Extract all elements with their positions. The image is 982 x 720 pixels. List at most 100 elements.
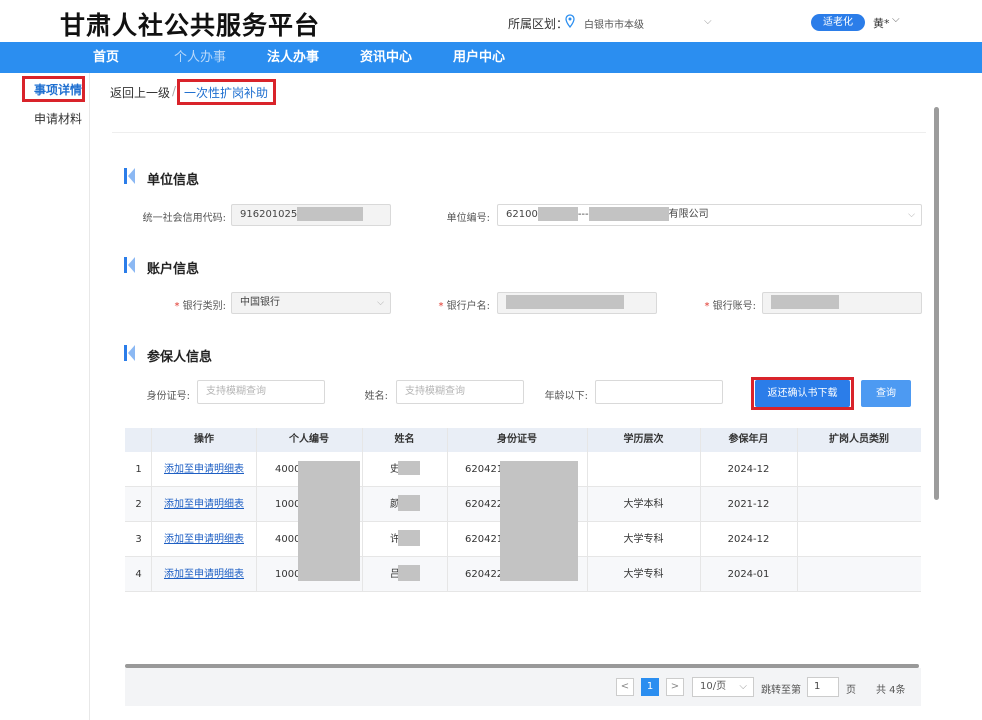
redaction-mask — [500, 461, 578, 581]
nav-personal[interactable]: 个人办事 — [174, 42, 226, 73]
region-label: 所属区划： — [508, 17, 569, 31]
add-to-detail-link[interactable]: 添加至申请明细表 — [152, 487, 256, 522]
redaction-mask — [398, 495, 420, 511]
table-header: 操作 个人编号 姓名 身份证号 学历层次 参保年月 扩岗人员类别 — [125, 428, 921, 452]
section-marker-icon — [124, 168, 135, 184]
credit-code-value: 916201025 — [240, 209, 298, 220]
total-count: 共 4条 — [876, 685, 906, 696]
section-marker-icon — [124, 257, 135, 273]
col-header-id-no: 身份证号 — [497, 434, 537, 445]
highlight-box — [22, 76, 85, 102]
redaction-mask — [398, 565, 420, 581]
page-unit-label: 页 — [846, 685, 856, 696]
credit-code-field: 916201025 — [231, 204, 391, 226]
add-to-detail-link[interactable]: 添加至申请明细表 — [152, 522, 256, 557]
row-index: 4 — [135, 569, 142, 580]
account-info-title: 账户信息 — [147, 262, 200, 277]
page-size-select[interactable]: 10/页 ⌵ — [692, 677, 754, 697]
pagination-bar: < 1 > 10/页 ⌵ 跳转至第 1 页 共 4条 — [125, 668, 921, 706]
row-index: 1 — [135, 464, 142, 475]
page-number-button[interactable]: 1 — [641, 678, 659, 696]
unit-info-title: 单位信息 — [147, 173, 200, 188]
chevron-down-icon[interactable]: ⌵ — [704, 16, 712, 27]
column-divider — [362, 428, 363, 591]
main-nav: 首页 个人办事 法人办事 资讯中心 用户中心 — [0, 42, 982, 73]
education-cell — [587, 452, 700, 487]
unit-no-suffix: 有限公司 — [668, 209, 709, 220]
sidebar-item-materials[interactable]: 申请材料 — [34, 110, 82, 127]
add-to-detail-link[interactable]: 添加至申请明细表 — [152, 557, 256, 592]
highlight-box — [177, 79, 276, 105]
column-divider — [587, 428, 588, 591]
chevron-down-icon[interactable]: ⌵ — [892, 14, 900, 25]
vertical-scrollbar[interactable] — [934, 107, 939, 500]
add-to-detail-link[interactable]: 添加至申请明细表 — [152, 452, 256, 487]
redaction-mask — [771, 295, 839, 309]
next-page-button[interactable]: > — [666, 678, 684, 696]
row-index: 2 — [135, 499, 142, 510]
unit-no-mid: --- — [577, 209, 589, 220]
category-cell — [797, 522, 921, 557]
column-divider — [256, 428, 257, 591]
column-divider — [447, 428, 448, 591]
region-select[interactable]: 白银市市本级 — [584, 16, 644, 31]
nav-home[interactable]: 首页 — [93, 42, 119, 73]
page-size-value: 10/页 — [700, 681, 727, 692]
id-search-label: 身份证号: — [146, 391, 190, 402]
nav-corporate[interactable]: 法人办事 — [267, 42, 319, 73]
highlight-box — [751, 377, 854, 410]
chevron-down-icon: ⌵ — [377, 298, 384, 308]
column-divider — [797, 428, 798, 591]
bank-type-label: * 银行类别: — [174, 301, 226, 312]
id-search-placeholder: 支持模糊查询 — [206, 386, 266, 397]
nav-user-center[interactable]: 用户中心 — [453, 42, 505, 73]
unit-no-select[interactable]: 62100 --- 有限公司 ⌵ — [497, 204, 922, 226]
bank-type-value: 中国银行 — [240, 297, 280, 308]
category-cell — [797, 452, 921, 487]
query-button[interactable]: 查询 — [861, 380, 911, 407]
id-search-input[interactable]: 支持模糊查询 — [197, 380, 325, 404]
chevron-down-icon: ⌵ — [739, 681, 747, 692]
redaction-mask — [297, 207, 364, 221]
column-divider — [700, 428, 701, 591]
insured-month-cell: 2021-12 — [727, 499, 770, 510]
col-header-person-no: 个人编号 — [289, 434, 329, 445]
insured-month-cell: 2024-01 — [727, 569, 770, 580]
age-filter-input[interactable] — [595, 380, 723, 404]
user-name[interactable]: 黄* — [873, 15, 890, 31]
breadcrumb-back-link[interactable]: 返回上一级 — [110, 84, 170, 101]
account-name-label: * 银行户名: — [438, 301, 490, 312]
education-cell: 大学本科 — [623, 499, 664, 510]
insured-month-cell: 2024-12 — [727, 534, 770, 545]
site-title: 甘肃人社公共服务平台 — [60, 11, 321, 40]
col-header-category: 扩岗人员类别 — [829, 434, 889, 445]
top-header: 甘肃人社公共服务平台 所属区划： 白银市市本级 ⌵ 适老化 黄* ⌵ — [0, 0, 982, 42]
nav-news[interactable]: 资讯中心 — [360, 42, 412, 73]
redaction-mask — [537, 207, 578, 221]
redaction-mask — [506, 295, 624, 309]
jump-page-input[interactable]: 1 — [807, 677, 839, 697]
name-search-input[interactable]: 支持模糊查询 — [396, 380, 524, 404]
jump-label: 跳转至第 — [761, 685, 801, 696]
breadcrumb-separator: / — [172, 84, 177, 98]
location-pin-icon — [565, 14, 575, 28]
section-marker-icon — [124, 345, 135, 361]
col-header-insured-month: 参保年月 — [728, 434, 769, 445]
insured-info-title: 参保人信息 — [147, 350, 213, 365]
account-no-label: * 银行账号: — [704, 301, 756, 312]
account-name-field — [497, 292, 657, 314]
account-no-field — [762, 292, 922, 314]
bank-type-select[interactable]: 中国银行 ⌵ — [231, 292, 391, 314]
category-cell — [797, 557, 921, 592]
col-header-name: 姓名 — [394, 434, 415, 445]
name-search-placeholder: 支持模糊查询 — [405, 386, 465, 397]
redaction-mask — [298, 461, 360, 581]
col-header-education: 学历层次 — [623, 434, 664, 445]
name-search-label: 姓名: — [364, 391, 388, 402]
prev-page-button[interactable]: < — [616, 678, 634, 696]
insured-month-cell: 2024-12 — [727, 464, 770, 475]
credit-code-label: 统一社会信用代码: — [142, 213, 226, 224]
elder-mode-button[interactable]: 适老化 — [811, 14, 865, 31]
sidebar — [0, 73, 90, 720]
redaction-mask — [398, 530, 420, 546]
